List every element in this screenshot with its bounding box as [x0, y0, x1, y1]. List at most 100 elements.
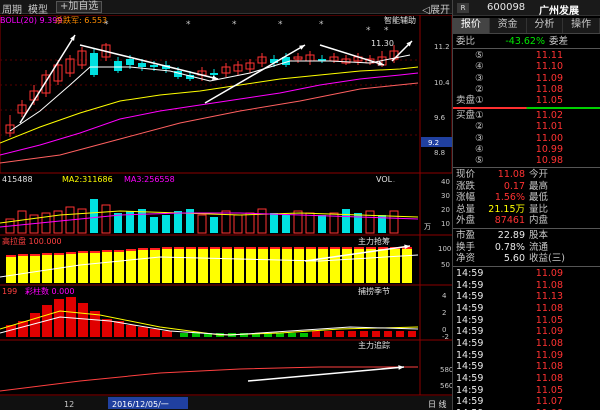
chart-area[interactable]: BOLL(20) 9.399 杀跌军: 6.553 智能辅助 11.30 11.2 10.…	[0, 15, 452, 410]
buy-price: 11.00	[535, 132, 563, 144]
volume-bar	[233, 214, 243, 234]
buy-price: 10.98	[535, 154, 563, 166]
buy-label: 买盘	[456, 110, 476, 122]
expand-button[interactable]: ◁展开	[422, 1, 450, 16]
panel3-bar	[210, 247, 220, 283]
volume-bar	[282, 215, 290, 233]
tab-funds[interactable]: 资金	[489, 18, 527, 33]
star-marker: *	[186, 20, 191, 30]
star-marker: *	[278, 20, 283, 30]
panel3-cap	[210, 247, 220, 249]
fundamental-label2: 收益(三)	[529, 253, 565, 265]
tick-list[interactable]: 14:59 11.09 14:59 11.08 14:59 11.13 14:59 11.08…	[453, 268, 600, 410]
quote-row: 总量 21.15万 量比	[453, 204, 600, 216]
quote-tabs: 报价 资金 分析 操作	[453, 18, 600, 34]
vol-tick: 30	[441, 192, 450, 200]
quote-label2: 量比	[529, 203, 549, 215]
buy-order-row[interactable]: ④ 10.99	[453, 144, 600, 155]
add-favorite-button[interactable]: +加自选	[56, 1, 103, 13]
volume-bar	[174, 211, 182, 233]
candle-body	[138, 63, 146, 67]
volume-bar	[318, 215, 326, 233]
tick-time: 14:59	[456, 326, 484, 338]
period-menu[interactable]: 周期	[2, 1, 22, 16]
tick-row: 14:59 11.09	[453, 326, 600, 338]
panel3-bar	[66, 252, 76, 283]
tick-time: 14:59	[456, 396, 484, 408]
order-level: ⑤	[475, 50, 484, 62]
panel3-bar	[282, 247, 292, 283]
quote-label2: 内盘	[529, 215, 549, 227]
macd-bar	[126, 325, 136, 337]
tick-price: 11.09	[535, 349, 563, 361]
panel3-cap	[186, 247, 196, 249]
quote-row: 涨跌 0.17 最高	[453, 181, 600, 193]
quote-value: 0.17	[503, 180, 525, 192]
tick-row: 14:59 11.09	[453, 268, 600, 280]
tick-time: 14:59	[456, 302, 484, 314]
sell-order-row[interactable]: 卖盘 ① 11.05	[453, 95, 600, 106]
panel3-cap	[318, 247, 328, 249]
chart-toolbar: 周期 模型 +加自选 ◁展开	[0, 0, 452, 16]
candle-body	[90, 53, 98, 75]
panel3-cap	[366, 247, 376, 249]
tick-time: 14:59	[456, 267, 484, 279]
trend-arrow	[204, 44, 306, 104]
trend-arrowhead	[378, 61, 384, 66]
vol-gear-dummy: VOL	[393, 181, 395, 183]
vol-value: 415488	[2, 175, 33, 184]
buy-order-row[interactable]: ⑤ 10.98	[453, 155, 600, 166]
fundamental-row: 换手 0.78% 流通	[453, 242, 600, 254]
buy-order-row[interactable]: ② 11.01	[453, 121, 600, 132]
quote-value: 21.15万	[488, 203, 525, 215]
macd-bar-green	[180, 333, 188, 337]
order-level: ②	[475, 121, 484, 133]
panel3-cap	[258, 247, 268, 249]
vol-tick: 40	[441, 178, 450, 186]
quote-label2: 最低	[529, 192, 549, 204]
sell-order-row[interactable]: ② 11.08	[453, 84, 600, 95]
panel3-bar	[198, 247, 208, 283]
quote-stats: 现价 11.08 今开 涨跌 0.17 最高 涨幅 1.56% 最低 总量 21.15万 量比 外盘 87…	[453, 169, 600, 227]
price-tick: 9.6	[434, 114, 446, 122]
buy-order-row[interactable]: ③ 11.00	[453, 133, 600, 144]
panel3-cap	[138, 248, 148, 250]
model-menu[interactable]: 模型	[28, 1, 48, 16]
panel3-cap	[90, 251, 100, 253]
volume-bar	[101, 204, 111, 234]
tick-row: 14:59 11.08	[453, 338, 600, 350]
tick-price: 11.07	[535, 396, 563, 408]
divider	[453, 48, 600, 50]
sell-order-row[interactable]: ③ 11.09	[453, 73, 600, 84]
tab-analysis[interactable]: 分析	[526, 18, 564, 33]
macd-bar	[384, 331, 392, 337]
macd-bar	[396, 331, 404, 337]
volume-bar	[305, 212, 315, 234]
volume-bar	[354, 213, 362, 233]
panel3-label: 高拉盘 100.000	[2, 236, 62, 246]
tab-operation[interactable]: 操作	[563, 18, 600, 33]
buy-order-row[interactable]: 买盘 ① 11.02	[453, 110, 600, 121]
fundamental-row: 净资 5.60 收益(三)	[453, 253, 600, 265]
sell-order-row[interactable]: ④ 11.10	[453, 61, 600, 72]
panel3-bar	[138, 248, 148, 283]
panel3-cap	[78, 251, 88, 253]
boll-label: BOLL(20) 9.399	[0, 16, 62, 25]
fundamental-label: 换手	[456, 241, 476, 253]
panel3-cap	[102, 250, 112, 252]
fundamental-value: 0.78%	[494, 241, 525, 253]
order-level: ④	[475, 61, 484, 73]
order-level: ①	[475, 110, 484, 122]
tab-quote[interactable]: 报价	[453, 18, 490, 33]
ma-yellow-line	[0, 66, 419, 144]
panel5-title: 主力追踪	[358, 340, 390, 350]
tick-time: 14:59	[456, 291, 484, 303]
panel3-cap	[6, 255, 16, 257]
vol-title: VOL	[376, 175, 393, 184]
panel5-tick: 580	[440, 366, 452, 374]
panel3-cap	[198, 247, 208, 249]
macd-bar	[324, 331, 332, 337]
sell-order-row[interactable]: ⑤ 11.11	[453, 50, 600, 61]
panel3-bar	[258, 247, 268, 283]
chart-canvas[interactable]: BOLL(20) 9.399杀跌军: 6.553 智能辅助 11.30 11.2 10.…	[0, 15, 452, 410]
